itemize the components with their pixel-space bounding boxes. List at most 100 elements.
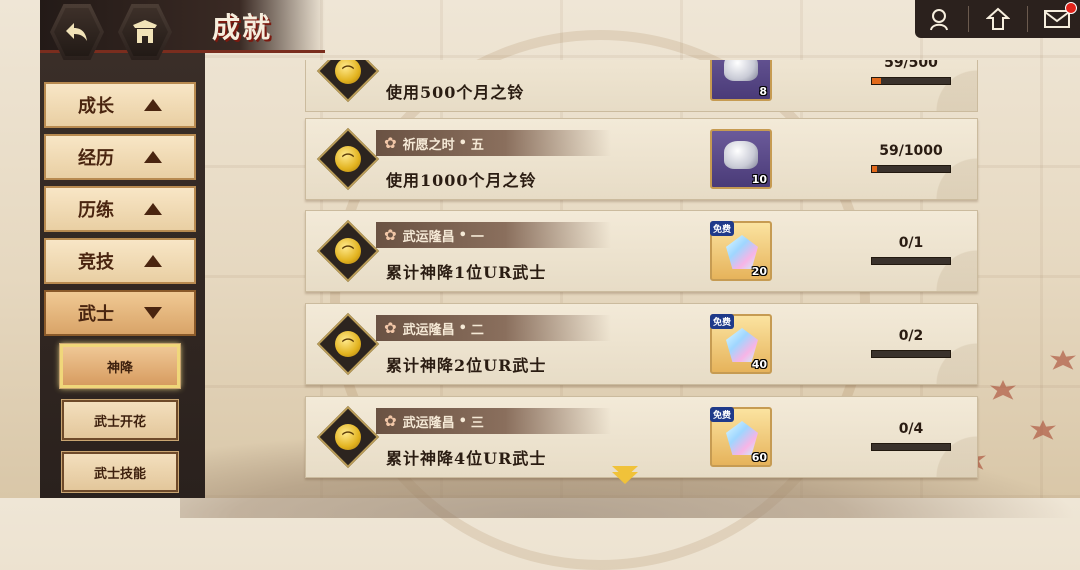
tag-name: 武运隆昌 <box>402 415 455 431</box>
bell-icon: ⌒ <box>335 424 361 450</box>
tag-name: 武运隆昌 <box>402 322 455 338</box>
category-growth[interactable]: 成长 <box>44 82 196 128</box>
subitem-label: 武士开花 <box>93 414 146 430</box>
free-badge: 免费 <box>710 407 735 422</box>
reward-quantity: 8 <box>759 85 767 98</box>
tag-number: 二 <box>470 322 484 338</box>
triangle-down-icon <box>144 307 162 319</box>
achievement-medal: ⌒ <box>316 127 380 191</box>
category-training[interactable]: 历练 <box>44 186 196 232</box>
achievement-progress: 59/1000 <box>871 143 951 173</box>
tag-separator: • <box>458 413 467 429</box>
achievement-row: ⌒ ✿ 祈愿之时 • 五 使用1000个月之铃 10 59/1000 <box>305 118 978 200</box>
achievement-description: 使用1000个月之铃 <box>386 171 537 190</box>
achievement-progress: 0/2 <box>871 328 951 358</box>
character-icon[interactable] <box>921 4 957 34</box>
achievement-medal: ⌒ <box>316 312 380 376</box>
achievement-progress: 0/1 <box>871 235 951 265</box>
tag-separator: • <box>458 227 467 243</box>
reward-quantity: 10 <box>751 173 767 186</box>
top-bar: 成就 <box>0 0 1080 60</box>
tag-number: 一 <box>470 229 484 245</box>
subitem-divine-summon[interactable]: 神降 <box>59 343 181 389</box>
achievement-row: ⌒ ✿ 武运隆昌 • 二 累计神降2位UR武士 免费 40 0/2 <box>305 303 978 385</box>
castle-icon <box>122 8 168 56</box>
progress-bar <box>871 165 951 173</box>
triangle-up-icon <box>144 99 162 111</box>
progress-bar <box>871 443 951 451</box>
home-up-icon[interactable] <box>980 4 1016 34</box>
subitem-label: 武士技能 <box>93 466 146 482</box>
tag-name: 祈愿之时 <box>402 137 455 153</box>
reward-quantity: 20 <box>751 265 767 278</box>
crystal-icon <box>726 421 758 455</box>
progress-text: 0/1 <box>898 235 924 251</box>
notification-dot <box>1064 2 1077 14</box>
bell-icon: ⌒ <box>335 331 361 357</box>
tag-number: 三 <box>470 415 484 431</box>
tag-separator: • <box>458 135 467 151</box>
flower-icon: ✿ <box>384 134 397 152</box>
progress-text: 59/1000 <box>879 143 943 159</box>
reward-item[interactable]: 免费 40 <box>710 314 772 374</box>
achievement-tag: ✿ 武运隆昌 • 三 <box>376 408 611 434</box>
progress-bar <box>871 257 951 265</box>
category-arena[interactable]: 竞技 <box>44 238 196 284</box>
free-badge: 免费 <box>710 221 735 236</box>
achievement-tag: ✿ 武运隆昌 • 二 <box>376 315 611 341</box>
subitem-samurai-bloom[interactable]: 武士开花 <box>61 399 179 441</box>
page-title: 成就 <box>212 11 273 44</box>
progress-text: 0/2 <box>898 328 924 344</box>
flower-icon: ✿ <box>384 319 397 337</box>
bell-icon: ⌒ <box>335 238 361 264</box>
category-experience[interactable]: 经历 <box>44 134 196 180</box>
category-label: 经历 <box>78 148 114 169</box>
scroll-down-arrow-icon[interactable] <box>612 472 638 484</box>
achievement-tag: ✿ 祈愿之时 • 五 <box>376 130 611 156</box>
top-right-toolbar <box>915 0 1080 38</box>
moon-bell-icon <box>724 141 758 169</box>
reward-item[interactable]: 免费 20 <box>710 221 772 281</box>
achievement-description: 累计神降1位UR武士 <box>386 263 547 282</box>
category-label: 武士 <box>78 304 114 325</box>
mail-icon[interactable] <box>1039 2 1077 34</box>
crystal-icon <box>726 328 758 362</box>
bell-icon: ⌒ <box>335 146 361 172</box>
bell-icon: ⌒ <box>335 60 361 84</box>
subitem-samurai-skill[interactable]: 武士技能 <box>61 451 179 493</box>
triangle-up-icon <box>144 151 162 163</box>
achievement-row: ⌒ ✿ 武运隆昌 • 三 累计神降4位UR武士 免费 60 0/4 <box>305 396 978 478</box>
achievement-description: 累计神降4位UR武士 <box>386 449 547 468</box>
tag-name: 武运隆昌 <box>402 229 455 245</box>
progress-text: 0/4 <box>898 421 924 437</box>
crystal-icon <box>726 235 758 269</box>
progress-bar <box>871 77 951 85</box>
reward-quantity: 60 <box>751 451 767 464</box>
flower-icon: ✿ <box>384 226 397 244</box>
achievement-row: ⌒ ✿ 武运隆昌 • 一 累计神降1位UR武士 免费 20 0/1 <box>305 210 978 292</box>
subitem-label: 神降 <box>106 360 133 376</box>
achievement-medal: ⌒ <box>316 405 380 469</box>
tag-separator: • <box>458 320 467 336</box>
free-badge: 免费 <box>710 314 735 329</box>
progress-fill <box>872 78 882 84</box>
achievement-medal: ⌒ <box>316 219 380 283</box>
progress-fill <box>872 166 877 172</box>
reward-quantity: 40 <box>751 358 767 371</box>
flower-icon: ✿ <box>384 412 397 430</box>
triangle-up-icon <box>144 255 162 267</box>
reward-item[interactable]: 10 <box>710 129 772 189</box>
toolbar-divider <box>967 6 969 32</box>
achievement-description: 累计神降2位UR武士 <box>386 356 547 375</box>
tag-number: 五 <box>470 137 484 153</box>
category-label: 竞技 <box>78 252 114 273</box>
triangle-up-icon <box>144 203 162 215</box>
category-label: 历练 <box>78 200 114 221</box>
category-label: 成长 <box>78 96 114 117</box>
reward-item[interactable]: 免费 60 <box>710 407 772 467</box>
progress-bar <box>871 350 951 358</box>
achievement-progress: 0/4 <box>871 421 951 451</box>
achievement-tag: ✿ 武运隆昌 • 一 <box>376 222 611 248</box>
achievement-description: 使用500个月之铃 <box>386 83 525 102</box>
category-samurai[interactable]: 武士 <box>44 290 196 336</box>
